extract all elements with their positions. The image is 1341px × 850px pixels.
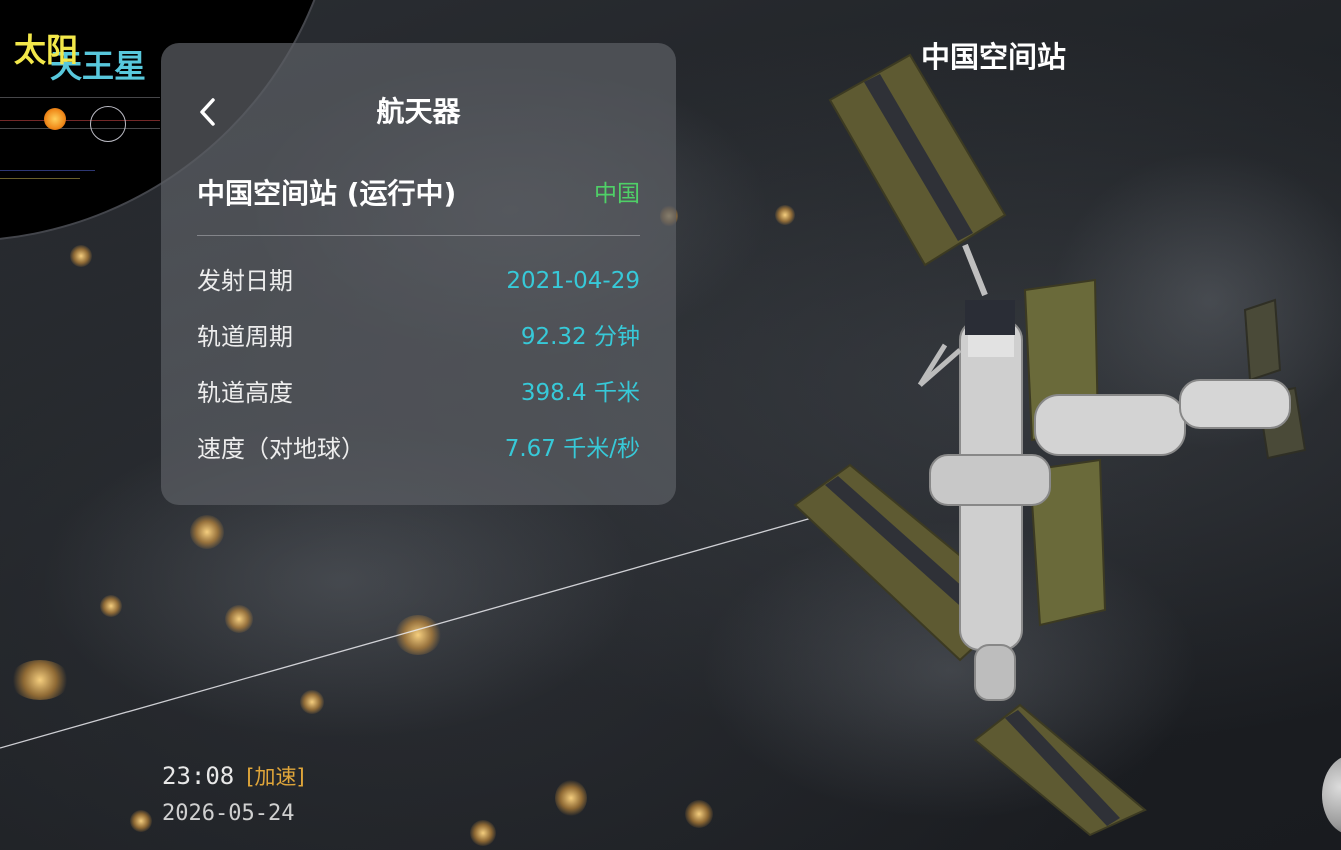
info-row-orbital-altitude: 轨道高度 398.4 千米 <box>197 373 640 413</box>
info-label: 速度（对地球） <box>197 435 365 463</box>
info-label: 轨道高度 <box>197 379 293 407</box>
info-value: 7.67 千米/秒 <box>504 436 640 462</box>
speed-mode-toggle[interactable]: [加速] <box>246 765 304 789</box>
sun-label[interactable]: 太阳 <box>14 34 78 66</box>
time-display[interactable]: 23:08 [加速] <box>162 760 305 793</box>
info-label: 发射日期 <box>197 267 293 295</box>
current-time[interactable]: 23:08 <box>162 762 234 790</box>
space-station-model[interactable] <box>780 50 1320 840</box>
info-value: 2021-04-29 <box>506 268 640 294</box>
info-value: 398.4 千米 <box>520 380 640 406</box>
info-row-launch-date: 发射日期 2021-04-29 <box>197 261 640 301</box>
station-module <box>917 300 1291 701</box>
sun-icon[interactable] <box>44 108 66 130</box>
uranus-marker-icon[interactable] <box>90 106 126 142</box>
date-display[interactable]: 2026-05-24 <box>162 798 294 830</box>
info-value: 92.32 分钟 <box>520 324 640 350</box>
divider <box>197 235 640 236</box>
spacecraft-country: 中国 <box>594 181 640 207</box>
sky-view[interactable]: 天王星 太阳 中国空间站 航天器 中国空间站 (运行中) 中国 发射日期 202… <box>0 0 1341 850</box>
spacecraft-info-panel: 航天器 中国空间站 (运行中) 中国 发射日期 2021-04-29 轨道周期 … <box>161 43 676 505</box>
info-row-orbital-period: 轨道周期 92.32 分钟 <box>197 317 640 357</box>
spacecraft-name: 中国空间站 (运行中) <box>197 177 457 210</box>
solar-array <box>973 703 1147 837</box>
panel-title: 航天器 <box>376 95 461 128</box>
solar-array <box>828 53 1007 267</box>
info-row-velocity: 速度（对地球） 7.67 千米/秒 <box>197 429 640 469</box>
info-label: 轨道周期 <box>197 323 293 351</box>
